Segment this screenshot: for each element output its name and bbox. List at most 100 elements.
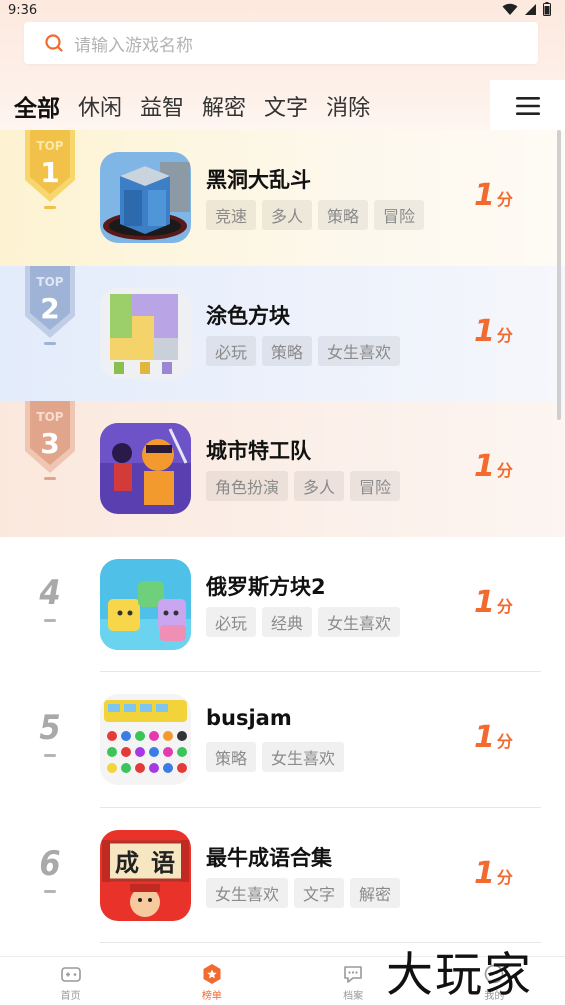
tag: 女生喜欢 [318,335,401,366]
status-bar: 9:36 [0,0,565,22]
game-title[interactable]: 俄罗斯方块2 [206,571,326,601]
badge-top-label: TOP [36,275,63,289]
tag: 女生喜欢 [318,606,401,637]
list-item[interactable]: TOP 2 涂色方块 必玩 策略 女生喜欢 1 分 [0,265,565,401]
tag: 女生喜欢 [262,742,345,772]
badge-top-label: TOP [36,139,63,153]
badge-stem [44,477,56,480]
score-value: 1 [474,720,495,755]
rank-number: 4 [39,572,61,613]
game-score: 1分 [474,178,513,213]
tab-all[interactable]: 全部 [14,89,60,123]
tag: 策略 [318,200,369,230]
tag: 经典 [262,606,313,637]
status-icons [502,2,551,16]
nav-ranking[interactable]: 榜单 [141,957,282,1005]
search-bar[interactable]: 请输入游戏名称 [24,22,538,64]
nav-label: 榜单 [201,991,222,1002]
score-unit: 分 [496,461,513,480]
archive-icon [344,966,362,983]
tag-list: 女生喜欢 文字 解密 [206,877,401,908]
game-title[interactable]: 黑洞大乱斗 [206,164,311,194]
score-value: 1 [474,178,495,213]
game-score: 1分 [474,720,513,755]
tag-list: 角色扮演 多人 冒险 [206,471,401,501]
badge-stem [44,341,56,345]
tag: 解密 [350,877,401,908]
rank-stem [44,889,56,893]
game-icon-tetris[interactable] [100,558,191,650]
score-unit: 分 [496,325,513,345]
rank-stem [44,618,56,622]
status-time: 9:36 [8,3,38,18]
tag-list: 策略 女生喜欢 [206,742,345,772]
tab-text[interactable]: 文字 [264,90,308,122]
tab-puzzle[interactable]: 益智 [140,90,184,122]
rank-stem [44,754,56,757]
game-icon-busjam[interactable] [100,694,191,785]
list-item[interactable]: 5 busjam 策略 女生喜欢 1 分 [0,672,565,808]
game-title[interactable]: busjam [206,706,292,730]
scrollbar[interactable] [557,130,561,420]
bronze-rank-badge: TOP 3 [25,401,75,473]
game-icon-black-hole[interactable] [100,152,191,243]
game-title[interactable]: 最牛成语合集 [206,842,332,872]
score-value: 1 [474,855,495,891]
tab-match[interactable]: 消除 [326,90,370,122]
game-icon-color-blocks[interactable] [100,287,191,379]
badge-stem [44,206,56,209]
nav-label: 首页 [60,991,81,1002]
game-icon-city-agents[interactable] [100,423,191,514]
game-title[interactable]: 城市特工队 [206,435,311,465]
score-unit: 分 [496,596,513,616]
tag: 策略 [206,742,257,772]
list-item[interactable]: TOP 3 城市特工队 角色扮演 多人 冒险 1分 [0,401,565,537]
tag: 多人 [294,471,345,501]
tag: 文字 [294,877,345,908]
tag: 多人 [262,200,313,230]
icon-char: 语 [151,848,175,877]
game-score: 1分 [474,449,513,484]
search-icon [45,34,63,52]
badge-top-label: TOP [36,410,63,424]
hamburger-menu-icon [515,97,540,115]
score-unit: 分 [496,867,513,887]
icon-char: 成 [115,848,139,877]
ranking-list: TOP 1 黑洞大乱斗 竞速 多人 策略 冒险 1分 TOP 2 涂色方块 必玩… [0,130,565,943]
tag: 必玩 [206,606,257,637]
tag-list: 必玩 策略 女生喜欢 [206,335,401,366]
game-icon-idioms[interactable]: 成 语 [100,829,191,921]
tag: 女生喜欢 [206,877,289,908]
watermark: 大玩家 [386,948,533,1003]
game-score: 1分 [474,856,513,891]
nav-label: 档案 [343,991,364,1002]
list-item[interactable]: 4 俄罗斯方块2 必玩 经典 女生喜欢 1分 [0,537,565,672]
tag: 竞速 [206,200,257,230]
score-unit: 分 [496,732,513,751]
tab-casual[interactable]: 休闲 [78,90,122,122]
tag: 必玩 [206,335,257,366]
game-score: 1分 [474,585,513,620]
tag-list: 必玩 经典 女生喜欢 [206,606,401,637]
list-item[interactable]: 6 成 语 最牛成语合集 女生喜欢 文字 解密 1分 [0,808,565,943]
list-item[interactable]: TOP 1 黑洞大乱斗 竞速 多人 策略 冒险 1分 [0,130,565,266]
gamepad-icon [60,967,81,982]
category-menu-button[interactable] [490,80,565,132]
nav-home[interactable]: 首页 [0,957,141,1005]
game-score: 1分 [474,314,513,349]
rank-number: 3 [40,427,59,460]
tag-list: 竞速 多人 策略 冒险 [206,200,425,230]
ranking-icon [203,964,221,984]
rank-number: 5 [39,708,61,748]
tag: 冒险 [350,471,401,501]
category-tabs: 全部 休闲 益智 解密 文字 消除 [0,82,500,130]
search-input[interactable]: 请输入游戏名称 [74,31,193,56]
score-value: 1 [474,313,495,349]
gold-rank-badge: TOP 1 [25,130,75,202]
tag: 策略 [262,335,313,366]
tab-decrypt[interactable]: 解密 [202,90,246,122]
signal-icon [525,3,536,15]
game-title[interactable]: 涂色方块 [206,300,290,330]
rank-number: 2 [40,292,59,325]
wifi-icon [502,3,518,15]
